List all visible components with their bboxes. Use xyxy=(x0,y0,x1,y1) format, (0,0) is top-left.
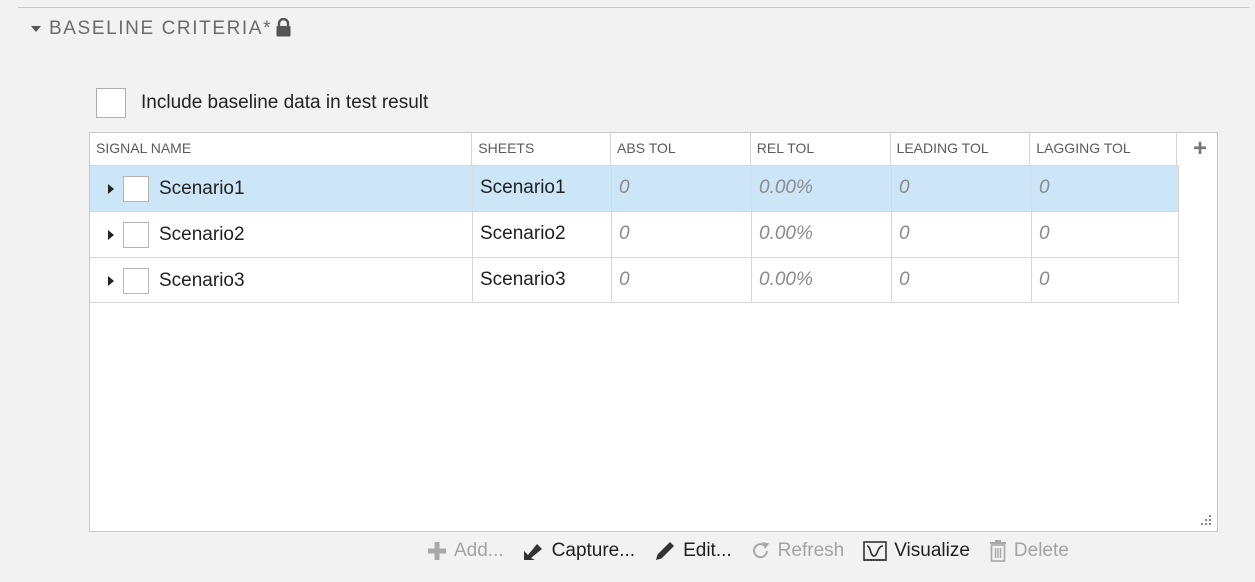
visualize-button-label: Visualize xyxy=(894,540,970,561)
section-title: BASELINE CRITERIA* xyxy=(49,18,273,39)
trash-icon xyxy=(988,539,1008,563)
capture-icon xyxy=(522,540,546,562)
lagging-tol-cell[interactable]: 0 xyxy=(1032,166,1179,211)
resize-grip-icon[interactable] xyxy=(1199,513,1213,527)
add-button-label: Add... xyxy=(454,540,504,561)
visualize-icon xyxy=(862,539,888,563)
include-baseline-option[interactable]: Include baseline data in test result xyxy=(96,86,428,119)
lagging-tol-cell[interactable]: 0 xyxy=(1032,212,1179,257)
include-baseline-checkbox[interactable] xyxy=(96,87,126,118)
signal-name-cell[interactable]: Scenario1 xyxy=(90,166,473,211)
table-row[interactable]: Scenario1 Scenario1 0 0.00% 0 0 xyxy=(90,165,1179,211)
expand-caret-icon[interactable] xyxy=(108,229,114,240)
column-header-signal-name[interactable]: SIGNAL NAME xyxy=(90,133,473,165)
signal-name: Scenario3 xyxy=(159,269,245,291)
signal-name-cell[interactable]: Scenario2 xyxy=(90,212,473,257)
edit-button[interactable]: Edit... xyxy=(653,539,732,563)
delete-button-label: Delete xyxy=(1013,540,1069,561)
sheets-cell[interactable]: Scenario3 xyxy=(473,258,612,303)
table-row[interactable]: Scenario3 Scenario3 0 0.00% 0 0 xyxy=(90,257,1179,303)
leading-tol-cell[interactable]: 0 xyxy=(892,212,1032,257)
visualize-button[interactable]: Visualize xyxy=(862,539,970,563)
row-checkbox[interactable] xyxy=(123,175,149,202)
top-divider xyxy=(18,7,1249,8)
expand-caret-icon[interactable] xyxy=(108,275,114,286)
leading-tol-cell[interactable]: 0 xyxy=(892,166,1032,211)
signal-name: Scenario1 xyxy=(159,177,245,199)
column-header-sheets[interactable]: SHEETS xyxy=(472,133,612,165)
lagging-tol-cell[interactable]: 0 xyxy=(1032,258,1179,303)
leading-tol-cell[interactable]: 0 xyxy=(892,258,1032,303)
edit-button-label: Edit... xyxy=(683,540,732,561)
row-checkbox[interactable] xyxy=(123,267,149,294)
signal-name-cell[interactable]: Scenario3 xyxy=(90,258,473,303)
sheets-cell[interactable]: Scenario1 xyxy=(473,166,612,211)
caret-down-icon[interactable] xyxy=(31,26,41,32)
capture-button[interactable]: Capture... xyxy=(522,540,635,562)
section-header[interactable]: BASELINE CRITERIA* xyxy=(31,14,292,44)
signal-name: Scenario2 xyxy=(159,223,245,245)
add-button[interactable]: Add... xyxy=(426,540,504,562)
column-header-lagging-tol[interactable]: LAGGING TOL xyxy=(1030,133,1178,165)
column-header-leading-tol[interactable]: LEADING TOL xyxy=(891,133,1031,165)
delete-button[interactable]: Delete xyxy=(988,539,1069,563)
sheets-cell[interactable]: Scenario2 xyxy=(473,212,612,257)
lock-icon xyxy=(275,17,292,42)
refresh-button-label: Refresh xyxy=(777,540,845,561)
refresh-button[interactable]: Refresh xyxy=(750,540,845,562)
expand-caret-icon[interactable] xyxy=(108,183,114,194)
column-header-abs-tol[interactable]: ABS TOL xyxy=(611,133,751,165)
row-checkbox[interactable] xyxy=(123,221,149,248)
capture-button-label: Capture... xyxy=(551,540,636,561)
table-row[interactable]: Scenario2 Scenario2 0 0.00% 0 0 xyxy=(90,211,1179,257)
plus-icon: + xyxy=(1192,135,1207,162)
baseline-toolbar: Add... Capture... Edit... Refresh Visual… xyxy=(426,536,1087,566)
rel-tol-cell[interactable]: 0.00% xyxy=(752,258,892,303)
rel-tol-cell[interactable]: 0.00% xyxy=(752,166,892,211)
plus-icon xyxy=(426,540,448,562)
baseline-table: SIGNAL NAME SHEETS ABS TOL REL TOL LEADI… xyxy=(89,132,1218,532)
table-header: SIGNAL NAME SHEETS ABS TOL REL TOL LEADI… xyxy=(90,133,1217,165)
abs-tol-cell[interactable]: 0 xyxy=(612,258,752,303)
add-column-button[interactable]: + xyxy=(1177,133,1217,165)
pencil-icon xyxy=(653,539,677,563)
include-baseline-label: Include baseline data in test result xyxy=(141,91,429,113)
column-header-rel-tol[interactable]: REL TOL xyxy=(751,133,891,165)
refresh-icon xyxy=(750,540,772,562)
rel-tol-cell[interactable]: 0.00% xyxy=(752,212,892,257)
abs-tol-cell[interactable]: 0 xyxy=(612,166,752,211)
abs-tol-cell[interactable]: 0 xyxy=(612,212,752,257)
